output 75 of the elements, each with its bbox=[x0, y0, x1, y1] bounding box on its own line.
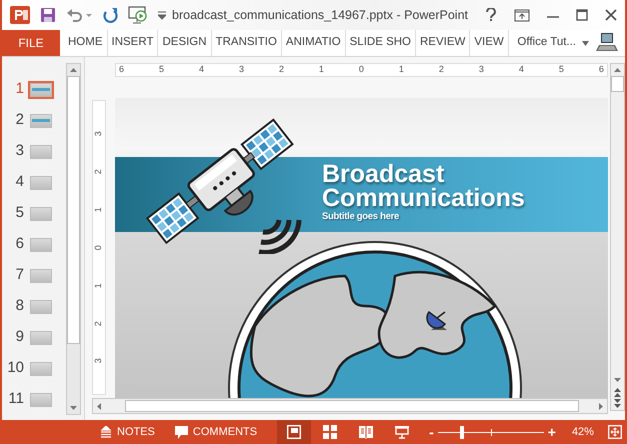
file-tab[interactable]: FILE bbox=[2, 30, 60, 56]
notes-icon bbox=[100, 426, 112, 438]
ribbon-tab[interactable]: DESIGN bbox=[158, 30, 212, 56]
ribbon-tab[interactable]: HOME bbox=[64, 30, 108, 56]
projector-screen-icon bbox=[395, 425, 410, 439]
slide-number: 1 bbox=[14, 79, 24, 100]
ruler-number: 4 bbox=[518, 63, 524, 76]
ruler-number: 1 bbox=[92, 207, 104, 212]
zoom-percentage[interactable]: 42% bbox=[572, 424, 594, 440]
ruler-number: 3 bbox=[478, 63, 484, 76]
ruler-number: 2 bbox=[278, 63, 284, 76]
ruler-number: 6 bbox=[119, 63, 124, 76]
close-icon[interactable] bbox=[605, 9, 617, 21]
ribbon-tab[interactable]: ANIMATIO bbox=[282, 30, 346, 56]
ruler-number: 3 bbox=[92, 358, 104, 364]
normal-view-icon bbox=[287, 425, 302, 439]
slide-number: 6 bbox=[14, 234, 24, 254]
ruler-number: 0 bbox=[358, 63, 364, 76]
ruler-number: 6 bbox=[598, 63, 604, 76]
customize-caret-icon[interactable] bbox=[158, 10, 166, 20]
zoom-in-button[interactable]: + bbox=[548, 422, 556, 442]
comment-icon bbox=[174, 426, 188, 438]
ribbon-tab[interactable]: REVIEW bbox=[416, 30, 470, 56]
ribbon-tab[interactable]: INSERT bbox=[108, 30, 158, 56]
comments-button[interactable]: COMMENTS bbox=[170, 424, 262, 440]
previous-slide-icon[interactable] bbox=[613, 386, 622, 398]
slide-number: 4 bbox=[14, 172, 24, 192]
fit-to-window-icon[interactable] bbox=[608, 425, 622, 439]
ruler-number: 0 bbox=[92, 244, 104, 250]
slide-number: 7 bbox=[14, 265, 24, 286]
ruler-number: 2 bbox=[92, 169, 104, 174]
view-button[interactable] bbox=[277, 420, 312, 444]
ribbon-tab[interactable]: SLIDE SHO bbox=[346, 30, 416, 56]
ruler-number: 1 bbox=[398, 63, 404, 76]
scrollbar-thumb[interactable] bbox=[125, 400, 579, 412]
maximize-icon[interactable] bbox=[576, 9, 588, 21]
next-slide-icon[interactable] bbox=[613, 398, 622, 410]
slide-sorter-icon bbox=[323, 425, 338, 439]
ruler-number: 2 bbox=[92, 320, 104, 326]
ruler-number: 1 bbox=[92, 282, 104, 288]
zoom-slider-thumb[interactable] bbox=[460, 426, 464, 438]
ribbon-tab[interactable]: TRANSITIO bbox=[212, 30, 282, 56]
ruler-number: 3 bbox=[238, 63, 244, 76]
ruler-number: 4 bbox=[198, 63, 204, 76]
save-icon[interactable] bbox=[40, 7, 56, 23]
scrollbar-thumb[interactable] bbox=[67, 76, 80, 344]
slide-number: 8 bbox=[14, 296, 24, 316]
slide-number: 5 bbox=[14, 203, 24, 224]
ribbon-display-icon[interactable] bbox=[514, 8, 530, 22]
ribbon-tab[interactable]: VIEW bbox=[470, 30, 509, 56]
scrollbar-thumb[interactable] bbox=[611, 76, 624, 92]
ruler-number: 2 bbox=[438, 63, 444, 76]
slide-number: 2 bbox=[14, 110, 24, 130]
notes-button[interactable]: NOTES bbox=[96, 424, 159, 440]
help-icon[interactable] bbox=[485, 8, 497, 22]
slide-subtitle: Subtitle goes here bbox=[322, 210, 400, 224]
ruler-number: 1 bbox=[318, 63, 324, 76]
window-title: broadcast_communications_14967.pptx - PowerPoint bbox=[172, 6, 468, 24]
book-icon bbox=[359, 425, 374, 439]
slide-thumbnail[interactable] bbox=[28, 80, 54, 98]
powerpoint-logo-icon bbox=[10, 5, 30, 25]
slide-title: Broadcast Communications bbox=[322, 162, 526, 210]
undo-icon[interactable] bbox=[66, 7, 92, 23]
zoom-out-button[interactable]: - bbox=[429, 422, 434, 442]
caret-icon[interactable] bbox=[582, 40, 589, 46]
ruler-number: 5 bbox=[558, 63, 564, 76]
presentation-icon[interactable] bbox=[128, 6, 148, 24]
ruler-number: 5 bbox=[158, 63, 164, 76]
redo-icon[interactable] bbox=[102, 7, 118, 23]
slide-number: 3 bbox=[14, 141, 24, 162]
slide-number: 11 bbox=[7, 389, 24, 410]
ruler-number: 3 bbox=[92, 131, 104, 136]
slide-number: 9 bbox=[14, 327, 24, 348]
account-name[interactable]: Office Tut... bbox=[517, 34, 576, 52]
slide-number: 10 bbox=[6, 358, 24, 378]
